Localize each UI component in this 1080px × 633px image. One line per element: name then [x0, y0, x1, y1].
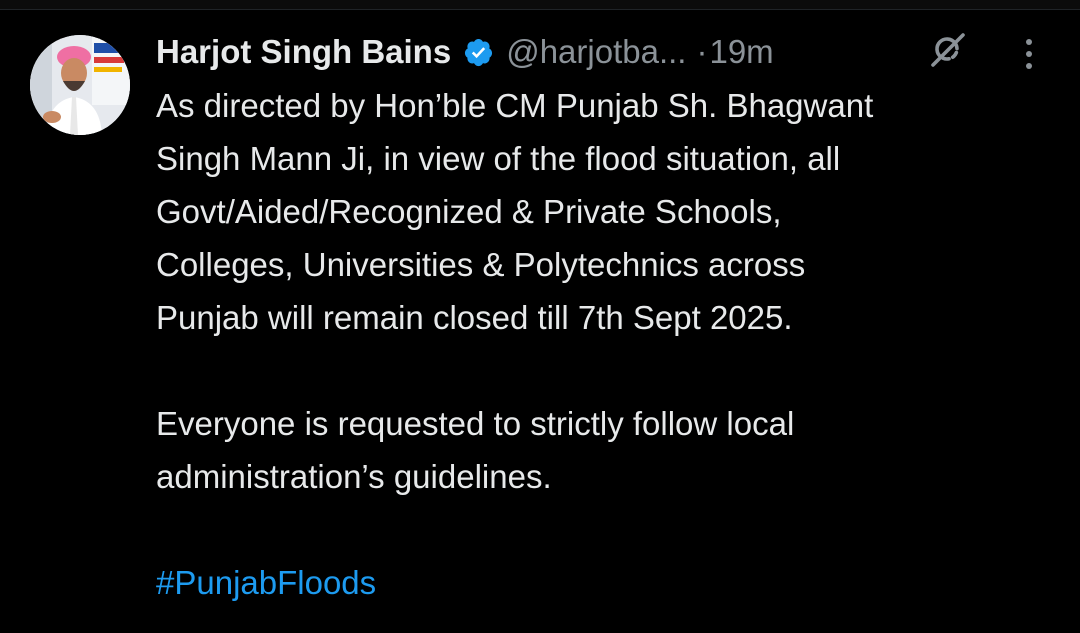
- top-divider: [0, 0, 1080, 10]
- author-handle[interactable]: @harjotba...: [506, 33, 686, 71]
- author-display-name[interactable]: Harjot Singh Bains: [156, 33, 451, 71]
- more-dot: [1026, 51, 1032, 57]
- header-separator: ·: [696, 33, 708, 70]
- hashtag-link[interactable]: #PunjabFloods: [156, 556, 1056, 609]
- tweet-text-line: administration’s guidelines.: [156, 458, 552, 495]
- more-dot: [1026, 39, 1032, 45]
- more-vertical-icon[interactable]: [1014, 34, 1044, 74]
- tweet-text-line: Everyone is requested to strictly follow…: [156, 405, 795, 442]
- grok-icon[interactable]: [928, 30, 968, 70]
- avatar-image: [30, 35, 130, 135]
- tweet-text: As directed by Hon’ble CM Punjab Sh. Bha…: [156, 79, 1056, 609]
- tweet-header: Harjot Singh Bains @harjotba... · 19m: [156, 26, 774, 78]
- more-dot: [1026, 63, 1032, 69]
- verified-badge-icon: [463, 37, 494, 68]
- tweet-text-line: Colleges, Universities & Polytechnics ac…: [156, 246, 806, 283]
- tweet-timestamp[interactable]: 19m: [709, 33, 773, 71]
- tweet-text-line: Govt/Aided/Recognized & Private Schools,: [156, 193, 782, 230]
- avatar[interactable]: [30, 35, 130, 135]
- tweet-text-line: As directed by Hon’ble CM Punjab Sh. Bha…: [156, 87, 874, 124]
- tweet-text-line: Singh Mann Ji, in view of the flood situ…: [156, 140, 841, 177]
- tweet-text-line: Punjab will remain closed till 7th Sept …: [156, 299, 793, 336]
